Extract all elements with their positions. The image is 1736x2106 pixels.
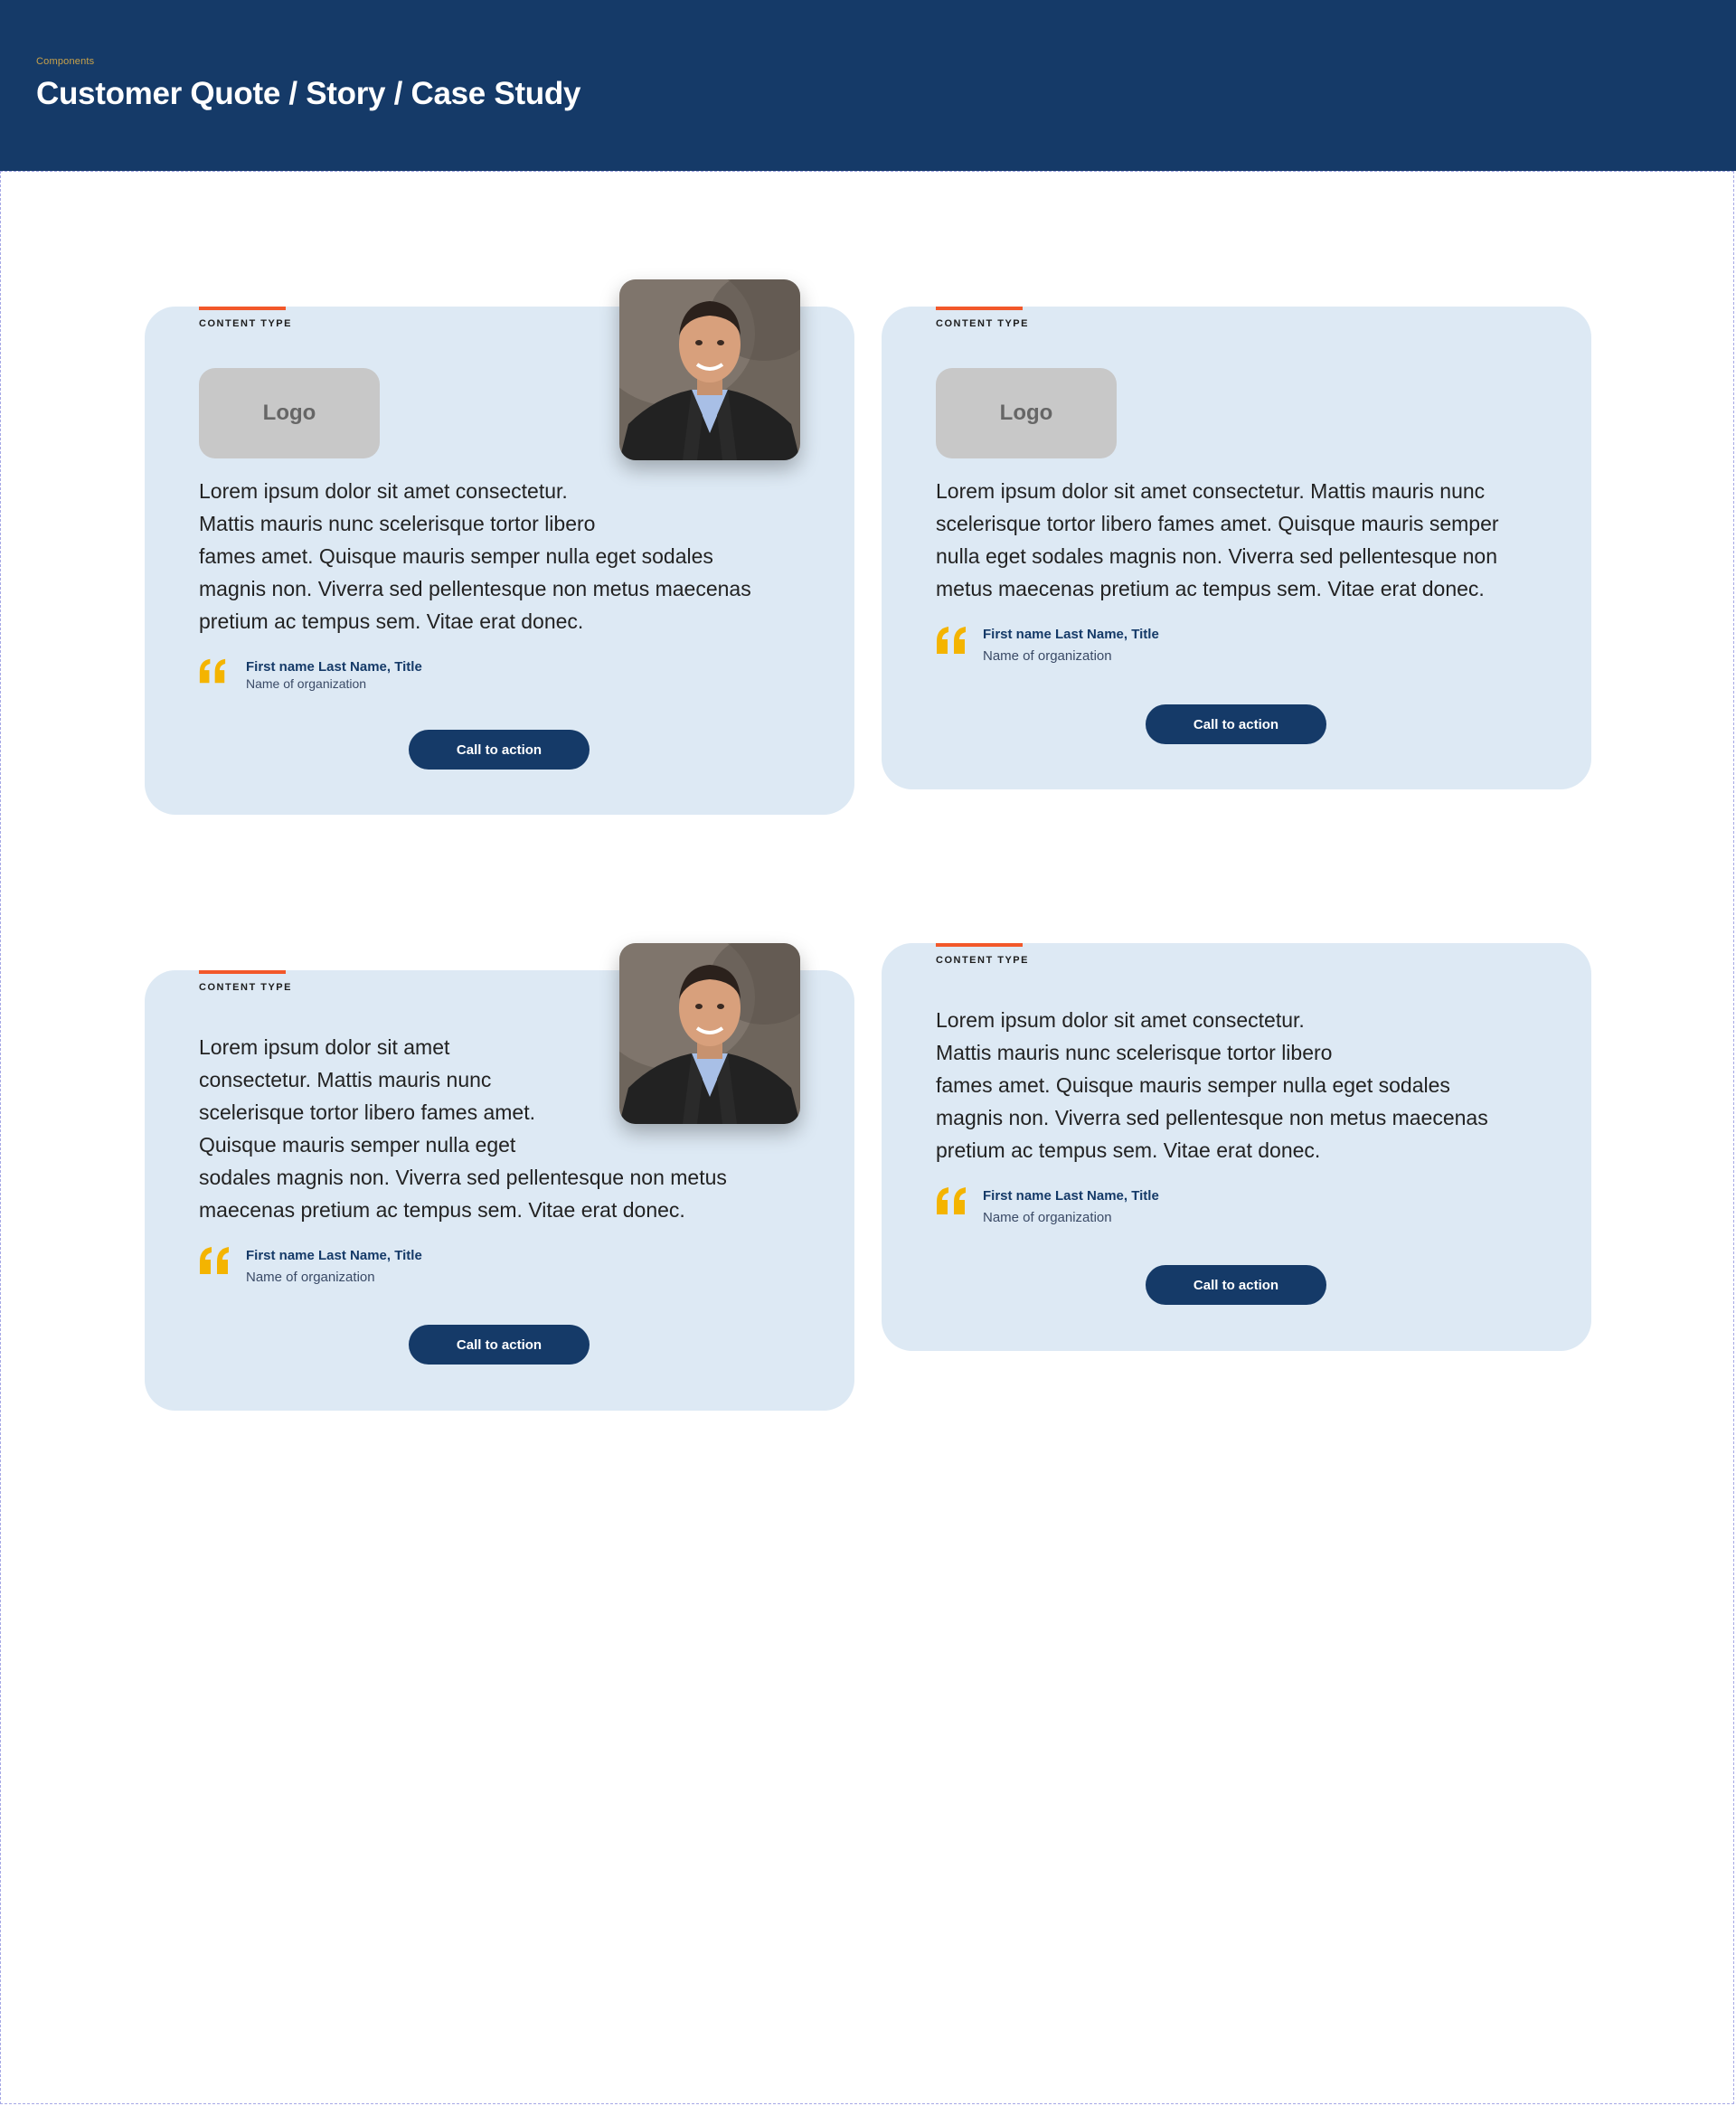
attribution-org: Name of organization (983, 648, 1112, 664)
attribution-org: Name of organization (246, 676, 367, 691)
quote-icon (934, 1185, 968, 1216)
attribution-name: First name Last Name, Title (246, 659, 422, 675)
content-type-label: CONTENT TYPE (199, 982, 292, 993)
attribution-org: Name of organization (983, 1210, 1112, 1225)
call-to-action-button[interactable]: Call to action (409, 730, 590, 770)
quote-body: Lorem ipsum dolor sit amet consectetur. … (936, 479, 1499, 600)
content-type-accent (199, 307, 286, 310)
quote-card: CONTENT TYPE Logo Lorem ipsum dolor sit … (882, 307, 1591, 789)
quote-icon (197, 657, 228, 685)
content-type-accent (199, 970, 286, 974)
content-type-label: CONTENT TYPE (199, 318, 292, 329)
quote-icon (934, 625, 968, 656)
quote-card: CONTENT TYPE Lorem ipsum dolor sit amet … (882, 943, 1591, 1351)
quote-card: CONTENT TYPE Logo Lorem ipsum dolor sit … (145, 307, 854, 815)
logo-placeholder: Logo (199, 368, 380, 458)
call-to-action-button[interactable]: Call to action (1146, 704, 1326, 744)
attribution-name: First name Last Name, Title (246, 1248, 422, 1263)
logo-placeholder: Logo (936, 368, 1117, 458)
page-header: Components Customer Quote / Story / Case… (0, 0, 1736, 171)
quote-body: Lorem ipsum dolor sit amet consectetur. … (936, 1008, 1488, 1162)
quote-icon (197, 1245, 231, 1276)
content-type-label: CONTENT TYPE (936, 955, 1029, 966)
breadcrumb[interactable]: Components (36, 56, 94, 67)
quote-body: Lorem ipsum dolor sit amet consectetur. … (199, 1035, 727, 1222)
call-to-action-button[interactable]: Call to action (1146, 1265, 1326, 1305)
quote-body: Lorem ipsum dolor sit amet consectetur. … (199, 479, 751, 633)
content-type-accent (936, 943, 1023, 947)
content-type-label: CONTENT TYPE (936, 318, 1029, 329)
customer-photo (619, 279, 800, 460)
call-to-action-button[interactable]: Call to action (409, 1325, 590, 1365)
page-title: Customer Quote / Story / Case Study (36, 76, 581, 111)
quote-card: CONTENT TYPE Lorem ipsum dolor sit amet … (145, 970, 854, 1411)
attribution-org: Name of organization (246, 1270, 375, 1285)
attribution-name: First name Last Name, Title (983, 627, 1159, 642)
attribution-name: First name Last Name, Title (983, 1188, 1159, 1204)
content-type-accent (936, 307, 1023, 310)
